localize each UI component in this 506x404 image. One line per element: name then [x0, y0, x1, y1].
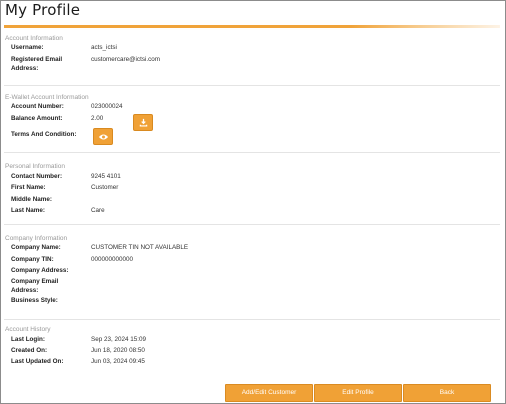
created-on-value: Jun 18, 2020 08:50: [91, 347, 145, 354]
download-balance-button[interactable]: [133, 114, 153, 131]
account-number-label: Account Number:: [11, 103, 64, 110]
divider: [4, 319, 500, 320]
last-login-value: Sep 23, 2024 15:09: [91, 336, 146, 343]
divider: [4, 152, 500, 153]
contact-value: 9245 4101: [91, 173, 121, 180]
company-email-label-line1: Company Email: [11, 278, 59, 285]
balance-value: 2.00: [91, 115, 104, 122]
view-terms-button[interactable]: [93, 128, 113, 145]
company-email-label-line2: Address:: [11, 287, 39, 294]
profile-window: My Profile Account Information Username:…: [0, 0, 506, 404]
company-name-label: Company Name:: [11, 244, 61, 251]
email-value: customercare@ictsi.com: [91, 56, 161, 63]
last-login-label: Last Login:: [11, 336, 45, 343]
page-title: My Profile: [5, 1, 81, 19]
section-title-company: Company Information: [5, 235, 68, 242]
section-title-ewallet: E-Wallet Account Information: [5, 94, 89, 101]
divider: [4, 85, 500, 86]
middle-name-label: Middle Name:: [11, 196, 52, 203]
section-title-account: Account Information: [5, 35, 63, 42]
company-address-label: Company Address:: [11, 267, 69, 274]
first-name-value: Customer: [91, 184, 119, 191]
edit-profile-button[interactable]: Edit Profile: [314, 384, 402, 402]
section-title-personal: Personal Information: [5, 163, 65, 170]
balance-label: Balance Amount:: [11, 115, 63, 122]
terms-label: Terms And Condition:: [11, 131, 77, 138]
account-number-value: 023000024: [91, 103, 123, 110]
email-label-line2: Address:: [11, 65, 39, 72]
title-underline: [4, 25, 500, 28]
eye-icon: [98, 128, 109, 146]
contact-label: Contact Number:: [11, 173, 63, 180]
email-label: Registered Email Address:: [11, 55, 86, 73]
first-name-label: First Name:: [11, 184, 46, 191]
business-style-label: Business Style:: [11, 297, 58, 304]
last-name-label: Last Name:: [11, 207, 45, 214]
last-updated-label: Last Updated On:: [11, 358, 64, 365]
username-value: acts_ictsi: [91, 44, 117, 51]
download-icon: [139, 114, 148, 132]
company-name-value: CUSTOMER TIN NOT AVAILABLE: [91, 244, 189, 251]
company-tin-value: 000000000000: [91, 256, 134, 263]
last-name-value: Care: [91, 207, 105, 214]
company-email-label: Company Email Address:: [11, 277, 86, 295]
section-title-history: Account History: [5, 326, 51, 333]
email-label-line1: Registered Email: [11, 56, 63, 63]
divider: [4, 224, 500, 225]
username-label: Username:: [11, 44, 44, 51]
created-on-label: Created On:: [11, 347, 48, 354]
company-tin-label: Company TIN:: [11, 256, 54, 263]
add-edit-customer-button[interactable]: Add/Edit Customer: [225, 384, 313, 402]
last-updated-value: Jun 03, 2024 09:45: [91, 358, 145, 365]
back-button[interactable]: Back: [403, 384, 491, 402]
